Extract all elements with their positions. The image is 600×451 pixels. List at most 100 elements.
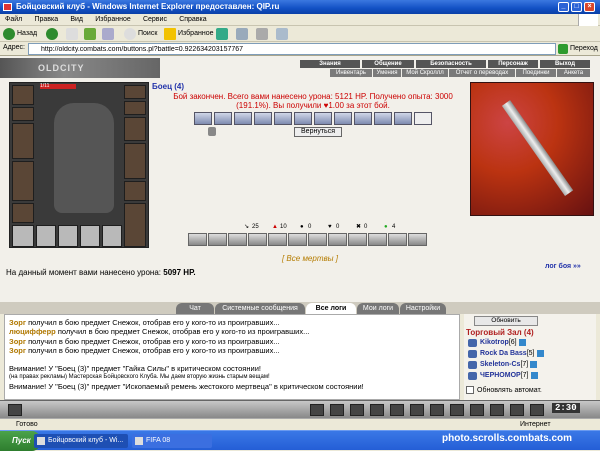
home-icon[interactable] (102, 28, 114, 40)
info-icon[interactable] (518, 338, 526, 346)
back-button[interactable]: Назад (17, 28, 37, 40)
action-icon[interactable] (308, 233, 327, 246)
print-icon[interactable] (256, 28, 268, 40)
action-icon[interactable] (348, 233, 367, 246)
weapon-slot[interactable] (12, 123, 34, 159)
minimize-button[interactable]: _ (558, 2, 569, 12)
bar-icon[interactable] (330, 404, 344, 416)
nav-communication[interactable]: Общение (362, 60, 414, 68)
gloves-slot[interactable] (124, 117, 146, 141)
nav-transfers[interactable]: Отчет о переводах (449, 69, 515, 77)
bar-icon[interactable] (370, 404, 384, 416)
bar-icon[interactable] (450, 404, 464, 416)
battle-log-link[interactable]: лог боя »» (545, 263, 581, 270)
bar-icon[interactable] (8, 404, 22, 416)
shield-slot[interactable] (124, 143, 146, 179)
chat-nick[interactable]: Зорг (9, 337, 26, 346)
nav-scroll[interactable]: Мой Скроллл (402, 69, 448, 77)
bar-icon[interactable] (510, 404, 524, 416)
bar-icon[interactable] (390, 404, 404, 416)
effect-icon[interactable] (234, 112, 252, 125)
info-icon[interactable] (530, 371, 538, 379)
search-button[interactable]: Поиск (138, 28, 157, 40)
nav-exit[interactable]: Выход (540, 60, 590, 68)
bar-icon[interactable] (410, 404, 424, 416)
mail-icon[interactable] (236, 28, 248, 40)
amulet-slot[interactable] (12, 107, 34, 121)
menu-tools[interactable]: Сервис (138, 14, 172, 25)
effect-icon[interactable] (414, 112, 432, 125)
menu-file[interactable]: Файл (0, 14, 27, 25)
effect-icon[interactable] (294, 112, 312, 125)
tab-settings[interactable]: Настройки (400, 303, 446, 314)
effect-icon[interactable] (274, 112, 292, 125)
action-icon[interactable] (368, 233, 387, 246)
effect-icon[interactable] (374, 112, 392, 125)
task-fifa[interactable]: FIFA 08 (132, 434, 212, 448)
tab-my-logs[interactable]: Мои логи (357, 303, 399, 314)
boots-slot[interactable] (124, 203, 146, 247)
action-icon[interactable] (408, 233, 427, 246)
pocket-slot[interactable] (36, 225, 56, 247)
back-arrow-icon[interactable] (3, 28, 15, 40)
effect-icon[interactable] (394, 112, 412, 125)
nav-profile[interactable]: Анкета (557, 69, 590, 77)
action-icon[interactable] (248, 233, 267, 246)
user-entry[interactable]: ЧЕРНОМОР[7] (468, 371, 538, 381)
action-icon[interactable] (268, 233, 287, 246)
return-button[interactable]: Вернуться (294, 127, 342, 137)
armor-slot[interactable] (12, 161, 34, 201)
nav-skills[interactable]: Умения (373, 69, 401, 77)
necklace-slot[interactable] (124, 101, 146, 115)
action-icon[interactable] (188, 233, 207, 246)
user-entry[interactable]: Rock Da Bass[5] (468, 349, 544, 359)
bar-icon[interactable] (310, 404, 324, 416)
nav-security[interactable]: Безопасность (416, 60, 486, 68)
pocket-slot[interactable] (80, 225, 100, 247)
bar-icon[interactable] (350, 404, 364, 416)
effect-icon[interactable] (194, 112, 212, 125)
pocket-slot[interactable] (12, 225, 34, 247)
ring-slot[interactable] (124, 181, 146, 201)
pocket-slot[interactable] (102, 225, 122, 247)
search-icon[interactable] (124, 28, 136, 40)
menu-view[interactable]: Вид (65, 14, 88, 25)
bar-icon[interactable] (530, 404, 544, 416)
info-icon[interactable] (536, 349, 544, 357)
auto-update-checkbox[interactable]: Обновлять автомат. (466, 386, 542, 394)
belt-slot[interactable] (12, 203, 34, 223)
pocket-slot[interactable] (58, 225, 78, 247)
effect-icon[interactable] (354, 112, 372, 125)
stop-icon[interactable] (66, 28, 78, 40)
effect-icon[interactable] (314, 112, 332, 125)
forward-arrow-icon[interactable] (46, 28, 58, 40)
go-button[interactable]: Переход (558, 43, 598, 55)
action-icon[interactable] (328, 233, 347, 246)
action-icon[interactable] (288, 233, 307, 246)
effect-icon[interactable] (254, 112, 272, 125)
nav-character[interactable]: Персонаж (488, 60, 538, 68)
maximize-button[interactable]: □ (571, 2, 582, 12)
history-icon[interactable] (216, 28, 228, 40)
bar-icon[interactable] (430, 404, 444, 416)
close-button[interactable]: × (584, 2, 595, 12)
tab-all-logs[interactable]: Все логи (306, 303, 356, 314)
user-entry[interactable]: Skeleton-Cs[7] (468, 360, 538, 370)
refresh-icon[interactable] (84, 28, 96, 40)
nav-fights[interactable]: Поединки (516, 69, 556, 77)
action-icon[interactable] (228, 233, 247, 246)
chat-nick[interactable]: Зорг (9, 346, 26, 355)
nav-inventory[interactable]: Инвентарь (330, 69, 372, 77)
action-icon[interactable] (208, 233, 227, 246)
tab-system[interactable]: Системные сообщения (215, 303, 305, 314)
nav-knowledge[interactable]: Знания (300, 60, 360, 68)
fighter-name[interactable]: Боец (4) (152, 82, 184, 91)
bar-icon[interactable] (490, 404, 504, 416)
menu-edit[interactable]: Правка (29, 14, 63, 25)
edit-icon[interactable] (276, 28, 288, 40)
checkbox-icon[interactable] (466, 386, 474, 394)
earring-slot[interactable] (124, 85, 146, 99)
bar-icon[interactable] (470, 404, 484, 416)
chat-nick[interactable]: Зорг (9, 318, 26, 327)
menu-help[interactable]: Справка (174, 14, 211, 25)
